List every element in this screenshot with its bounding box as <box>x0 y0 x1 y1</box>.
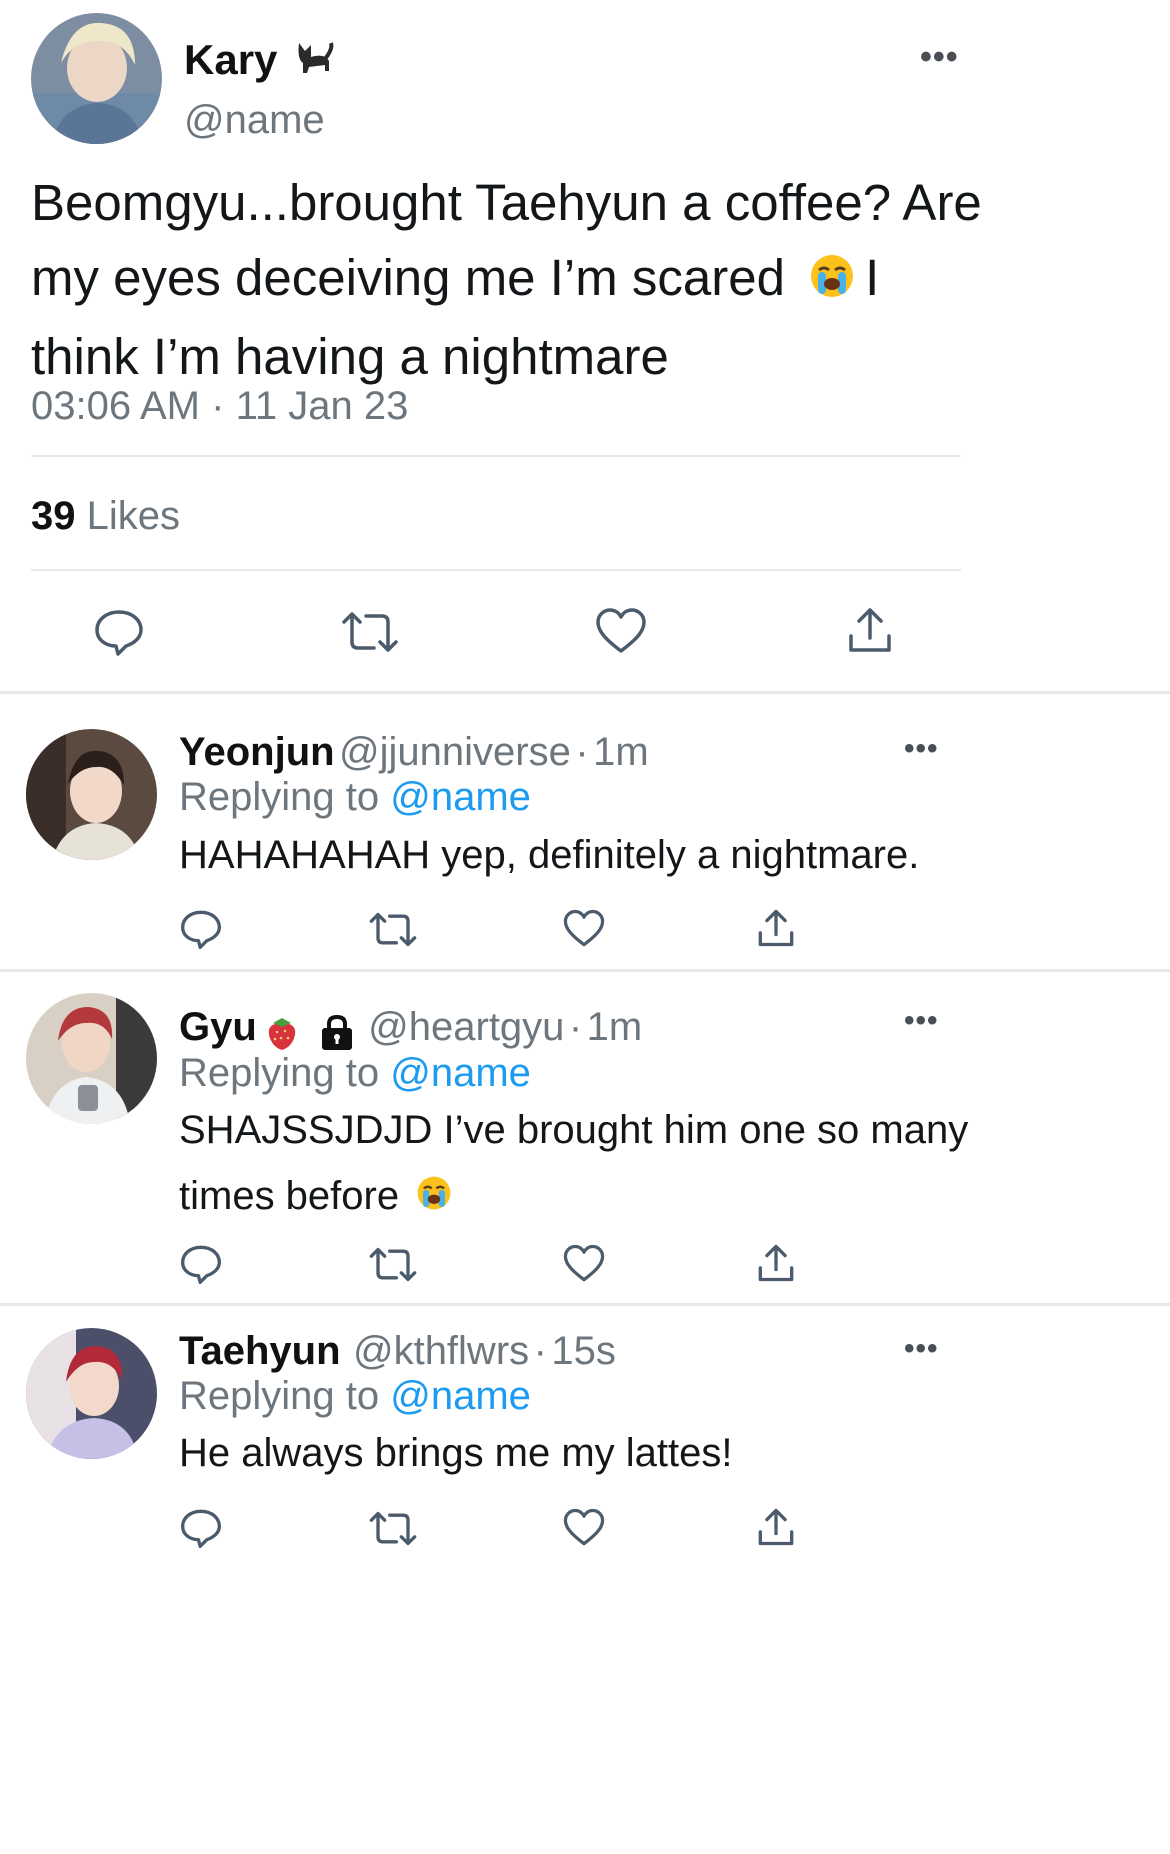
reply-author-name[interactable]: Yeonjun <box>179 730 335 774</box>
like-icon <box>563 909 605 947</box>
reply-icon <box>181 1245 221 1284</box>
reply-time[interactable]: 15s <box>551 1329 616 1373</box>
reply-avatar[interactable] <box>26 993 157 1124</box>
reply-author-handle[interactable]: @kthflwrs <box>353 1329 529 1373</box>
reply-time[interactable]: 1m <box>593 730 649 774</box>
reply-button[interactable] <box>180 1244 222 1284</box>
retweet-icon <box>342 612 398 652</box>
reply-button[interactable] <box>180 1508 222 1548</box>
share-button[interactable] <box>757 1243 795 1283</box>
reply-avatar[interactable] <box>26 729 157 860</box>
retweet-button[interactable] <box>368 911 418 948</box>
crying-face-icon <box>809 244 855 319</box>
reply-author-name[interactable]: Taehyun <box>179 1329 341 1373</box>
reply-header: Yeonjun @jjunniverse · 1m <box>179 730 649 774</box>
author-name[interactable]: Kary <box>184 36 335 87</box>
reply-time[interactable]: 1m <box>587 1005 643 1049</box>
reply-header: Taehyun @kthflwrs · 15s <box>179 1329 616 1373</box>
crying-face-icon <box>416 1165 452 1231</box>
divider <box>0 969 1170 972</box>
mention-link[interactable]: @name <box>390 775 531 819</box>
more-icon[interactable]: ••• <box>904 734 939 764</box>
replying-to: Replying to @name <box>179 775 531 819</box>
reply-button[interactable] <box>180 909 222 949</box>
author-handle[interactable]: @name <box>184 98 325 143</box>
like-button[interactable] <box>595 607 647 655</box>
like-icon <box>563 1244 605 1282</box>
mention-link[interactable]: @name <box>390 1051 531 1095</box>
reply-author-name[interactable]: Gyu <box>179 1005 257 1049</box>
retweet-icon <box>369 1511 417 1546</box>
like-icon <box>563 1508 605 1546</box>
share-button[interactable] <box>757 1507 795 1547</box>
divider <box>31 569 961 571</box>
share-icon <box>849 608 891 652</box>
like-button[interactable] <box>563 909 605 948</box>
tweet-timestamp[interactable]: 03:06 AM · 11 Jan 23 <box>31 384 408 429</box>
like-button[interactable] <box>563 1508 605 1547</box>
like-button[interactable] <box>563 1244 605 1283</box>
share-icon <box>758 909 794 947</box>
like-icon <box>596 608 646 653</box>
reply-text: He always brings me my lattes! <box>179 1431 733 1475</box>
reply-icon <box>181 910 221 949</box>
share-icon <box>758 1244 794 1282</box>
more-icon[interactable]: ••• <box>904 1334 939 1364</box>
divider <box>31 455 961 457</box>
replying-to: Replying to @name <box>179 1051 531 1095</box>
retweet-icon <box>369 912 417 947</box>
mention-link[interactable]: @name <box>390 1374 531 1418</box>
share-button[interactable] <box>847 606 893 654</box>
more-icon[interactable]: ••• <box>904 1006 939 1036</box>
reply-icon <box>95 610 143 656</box>
tweet-text: Beomgyu...brought Taehyun a coffee? Are … <box>31 174 982 386</box>
retweet-icon <box>369 1247 417 1282</box>
reply-avatar[interactable] <box>26 1328 157 1459</box>
reply-text: SHAJSSJDJD I’ve brought him one so many … <box>179 1097 1079 1231</box>
cat-icon <box>295 39 335 87</box>
reply-author-handle[interactable]: @jjunniverse <box>339 730 571 774</box>
share-button[interactable] <box>757 908 795 948</box>
replying-to: Replying to @name <box>179 1374 531 1418</box>
reply-text: HAHAHAHAH yep, definitely a nightmare. <box>179 833 920 877</box>
share-icon <box>758 1508 794 1546</box>
reply-author-handle[interactable]: @heartgyu <box>368 1005 564 1049</box>
divider <box>0 1303 1170 1306</box>
reply-button[interactable] <box>94 608 144 656</box>
retweet-button[interactable] <box>340 610 400 654</box>
reply-header: Gyu @heartgyu · 1m <box>179 1005 642 1056</box>
retweet-button[interactable] <box>368 1246 418 1283</box>
more-icon[interactable]: ••• <box>920 40 959 74</box>
likes-count[interactable]: 39 Likes <box>31 494 180 539</box>
author-avatar[interactable] <box>31 13 162 144</box>
reply-icon <box>181 1509 221 1548</box>
retweet-button[interactable] <box>368 1510 418 1547</box>
divider <box>0 691 1170 694</box>
